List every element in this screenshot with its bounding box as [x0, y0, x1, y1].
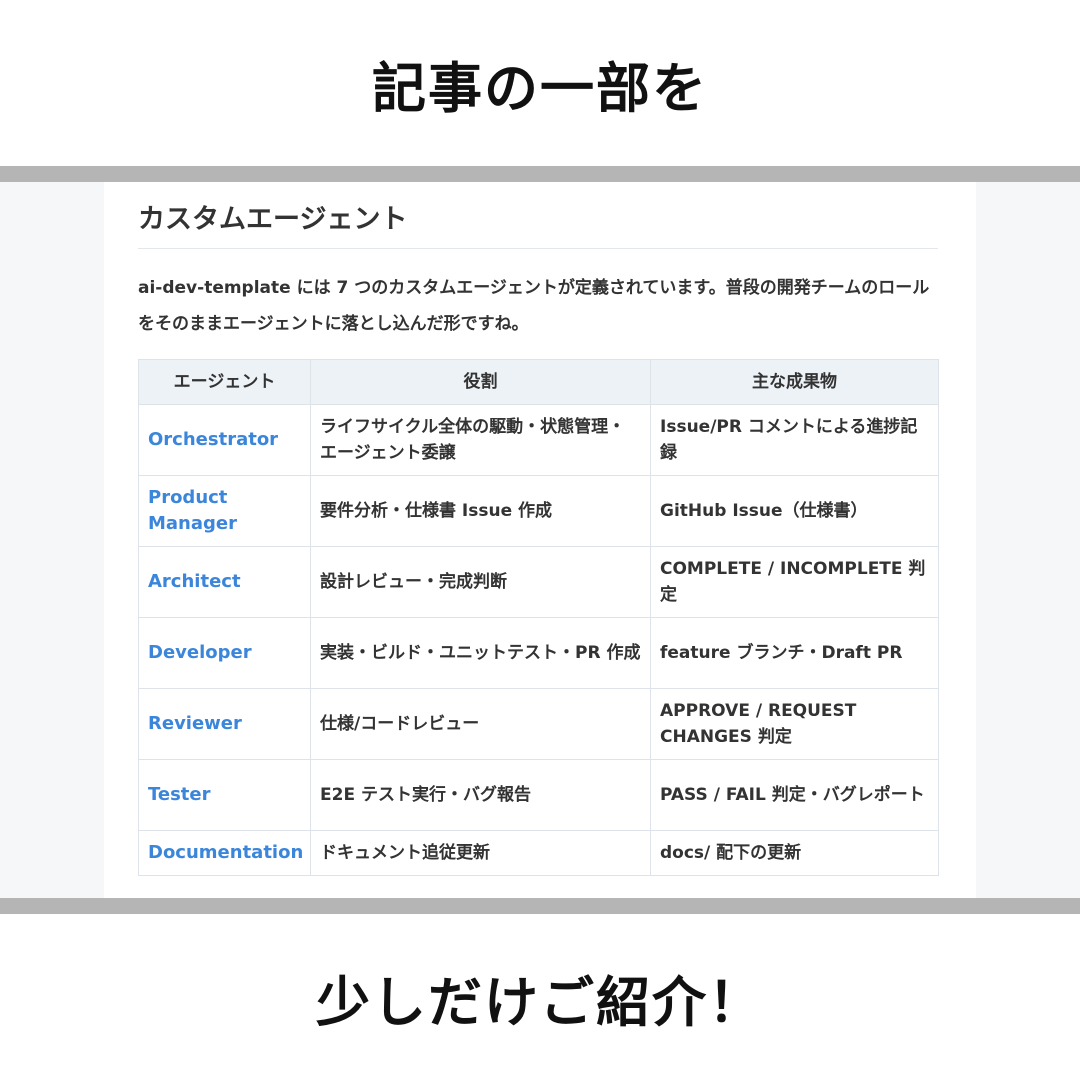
top-divider-band [0, 166, 1080, 182]
promo-card: 記事の一部を カスタムエージェント ai-dev-template には 7 つ… [0, 0, 1080, 1080]
table-row: Orchestrator ライフサイクル全体の駆動・状態管理・エージェント委譲 … [138, 404, 939, 476]
role-cell: E2E テスト実行・バグ報告 [310, 759, 651, 831]
role-cell: 設計レビュー・完成判断 [310, 546, 651, 618]
article-body: カスタムエージェント ai-dev-template には 7 つのカスタムエー… [104, 182, 976, 898]
role-cell: ドキュメント追従更新 [310, 830, 651, 876]
agent-link[interactable]: Documentation [138, 830, 311, 876]
role-cell: 実装・ビルド・ユニットテスト・PR 作成 [310, 617, 651, 689]
table-row: Developer 実装・ビルド・ユニットテスト・PR 作成 feature ブ… [138, 617, 939, 689]
column-header-agent: エージェント [138, 359, 311, 405]
article-screenshot: カスタムエージェント ai-dev-template には 7 つのカスタムエー… [0, 182, 1080, 898]
agent-link[interactable]: Tester [138, 759, 311, 831]
intro-paragraph: ai-dev-template には 7 つのカスタムエージェントが定義されてい… [138, 278, 930, 334]
agent-link[interactable]: Product Manager [138, 475, 311, 547]
output-cell: PASS / FAIL 判定・バグレポート [650, 759, 939, 831]
table-row: Product Manager 要件分析・仕様書 Issue 作成 GitHub… [138, 475, 939, 547]
table-row: Tester E2E テスト実行・バグ報告 PASS / FAIL 判定・バグレ… [138, 759, 939, 831]
table-row: Reviewer 仕様/コードレビュー APPROVE / REQUEST CH… [138, 688, 939, 760]
output-cell: GitHub Issue（仕様書） [650, 475, 939, 547]
table-row: Documentation ドキュメント追従更新 docs/ 配下の更新 [138, 830, 939, 876]
column-header-role: 役割 [310, 359, 651, 405]
output-cell: APPROVE / REQUEST CHANGES 判定 [650, 688, 939, 760]
output-cell: Issue/PR コメントによる進捗記録 [650, 404, 939, 476]
bottom-caption: 少しだけご紹介！ [316, 970, 764, 1034]
table-row: Architect 設計レビュー・完成判断 COMPLETE / INCOMPL… [138, 546, 939, 618]
agent-link[interactable]: Orchestrator [138, 404, 311, 476]
agents-table: エージェント 役割 主な成果物 Orchestrator ライフサイクル全体の駆… [138, 359, 939, 876]
output-cell: docs/ 配下の更新 [650, 830, 939, 876]
bottom-divider-band [0, 898, 1080, 914]
role-cell: 仕様/コードレビュー [310, 688, 651, 760]
column-header-output: 主な成果物 [650, 359, 939, 405]
top-caption: 記事の一部を [372, 56, 708, 120]
role-cell: ライフサイクル全体の駆動・状態管理・エージェント委譲 [310, 404, 651, 476]
output-cell: feature ブランチ・Draft PR [650, 617, 939, 689]
role-cell: 要件分析・仕様書 Issue 作成 [310, 475, 651, 547]
output-cell: COMPLETE / INCOMPLETE 判定 [650, 546, 939, 618]
agent-link[interactable]: Reviewer [138, 688, 311, 760]
section-heading: カスタムエージェント [138, 202, 938, 249]
table-header-row: エージェント 役割 主な成果物 [138, 359, 939, 405]
agent-link[interactable]: Developer [138, 617, 311, 689]
agent-link[interactable]: Architect [138, 546, 311, 618]
